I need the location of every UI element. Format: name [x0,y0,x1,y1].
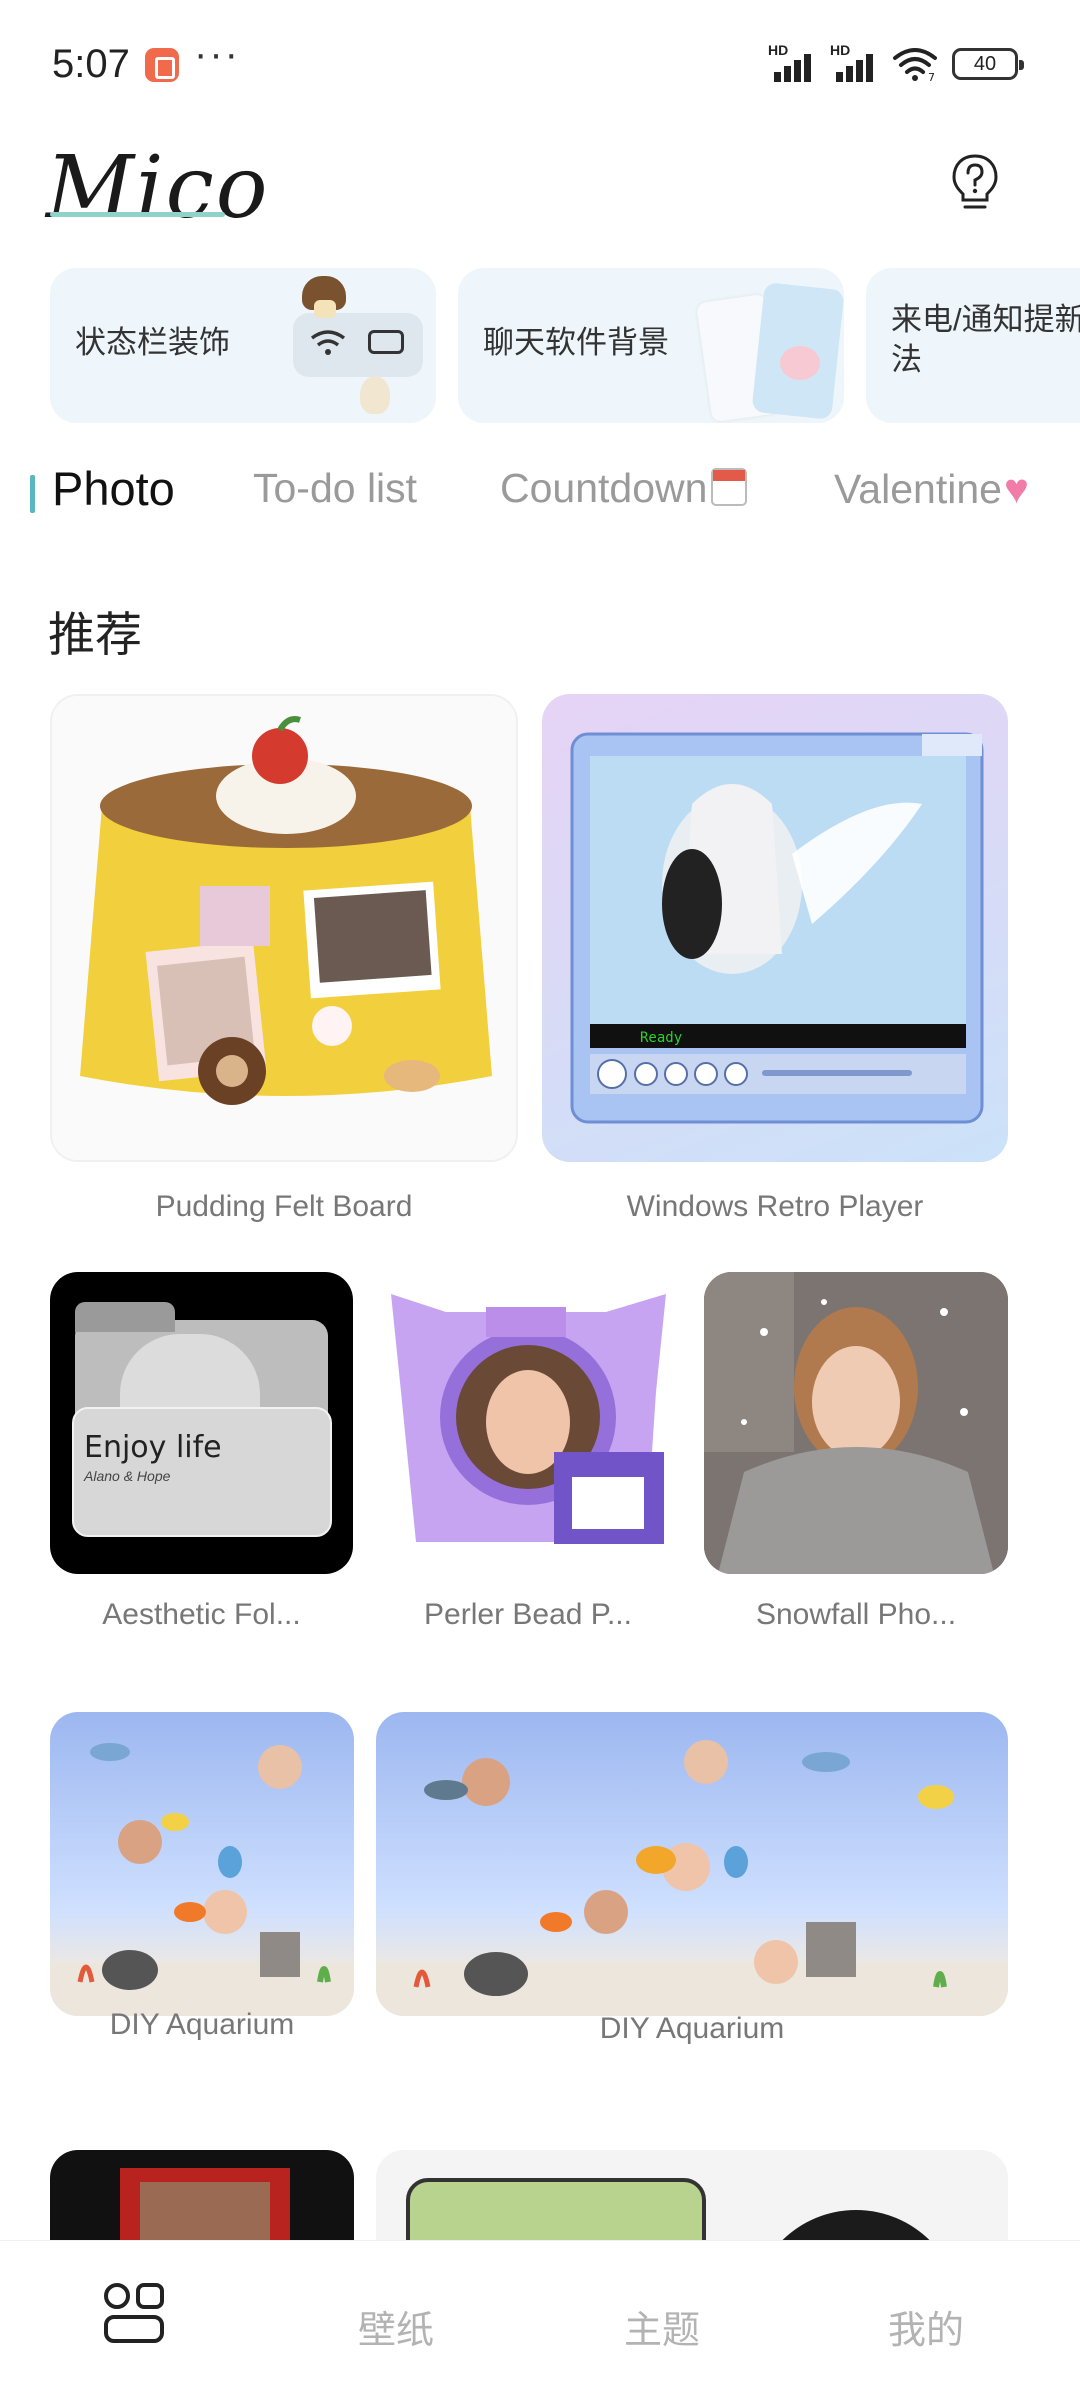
svg-text:Ready: Ready [640,1030,682,1046]
question-icon[interactable] [950,152,1000,214]
grid-home-icon[interactable] [102,2281,166,2345]
wifi-preview-icon [310,330,346,355]
pudding-felt-board-card[interactable] [50,694,518,1162]
perler-bead-illustration [386,1290,670,1560]
wifi-icon: 7 [893,48,937,82]
feature-card-status-bar[interactable]: 状态栏装饰 [50,268,436,423]
notification-app-icon [145,48,179,82]
feature-card-chat-background[interactable]: 聊天软件背景 [458,268,844,423]
pudding-illustration [52,696,516,1160]
tab-active-indicator [30,475,35,513]
battery-level: 40 [973,52,997,75]
card-label: Pudding Felt Board [155,1190,413,1223]
pig-sticker [780,346,820,380]
tab-countdown[interactable]: Countdown [500,465,748,512]
nav-wallpaper[interactable]: 壁纸 [358,2299,434,2354]
battery-preview-icon [368,330,404,354]
diy-aquarium-wide-card[interactable] [376,1712,1008,2016]
feature-card-call-notification[interactable]: 来电/通知提新玩法 [866,268,1080,423]
card-label: DIY Aquarium [599,2012,785,2045]
tab-to-do-list[interactable]: To-do list [253,465,417,512]
aesthetic-folder-card[interactable]: Enjoy life Alano & Hope [50,1272,353,1574]
snowfall-photo-card[interactable] [704,1272,1008,1574]
snowfall-illustration [704,1272,1008,1574]
pink-heart-emoji-icon: ♥ [1003,465,1029,512]
card-label: Windows Retro Player [626,1190,924,1223]
aquarium-illustration [50,1743,354,2016]
nav-theme[interactable]: 主题 [624,2299,700,2354]
feature-title: 聊天软件背景 [483,325,669,360]
more-notifications-icon: ··· [194,32,240,76]
svg-text:7: 7 [928,71,935,82]
category-tabs: Photo To-do list Countdown Valentine♥ [0,455,1080,535]
folder-tab [75,1302,175,1332]
logo-underline [50,212,225,217]
card-label: Aesthetic Fol... [102,1598,301,1631]
signal-1-icon: HD [768,42,816,82]
status-icons: HD HD 7 40 [768,42,1024,84]
nav-profile[interactable]: 我的 [888,2299,964,2354]
signal-2-icon: HD [830,42,878,82]
windows-retro-player-card[interactable]: Ready [542,694,1008,1162]
mushroom-stem [314,300,336,318]
perler-bead-photo-card[interactable] [376,1272,680,1574]
retro-player-illustration: Ready [570,732,984,1124]
feature-carousel[interactable]: 状态栏装饰 聊天软件背景 来电/通知提新玩法 [50,268,1080,423]
status-time: 5:07 [52,42,130,86]
app-screen: 5:07 ··· HD HD 7 40 Mico 状态栏装饰 聊天软件背景 来电… [0,0,1080,2400]
feature-title: 状态栏装饰 [75,325,230,360]
folder-overlay-subtitle: Alano & Hope [84,1468,171,1484]
battery-icon: 40 [952,48,1024,80]
folder-overlay-title: Enjoy life [84,1430,222,1465]
app-logo: Mico [46,138,270,238]
calendar-emoji-icon [711,468,748,506]
tab-valentine[interactable]: Valentine♥ [834,465,1029,513]
feature-title: 来电/通知提新玩法 [891,302,1080,377]
card-label: DIY Aquarium [109,2008,295,2041]
card-label: Perler Bead P... [424,1598,632,1631]
tab-photo[interactable]: Photo [52,461,175,516]
diy-aquarium-card[interactable] [50,1712,354,2016]
section-title: 推荐 [48,608,142,661]
aquarium-wide-illustration [376,1740,1008,2016]
bottom-navigation: 壁纸 主题 我的 [0,2240,1080,2400]
card-label: Snowfall Pho... [755,1598,957,1631]
status-bar: 5:07 ··· HD HD 7 40 [0,0,1080,130]
cat-sticker [360,376,390,414]
